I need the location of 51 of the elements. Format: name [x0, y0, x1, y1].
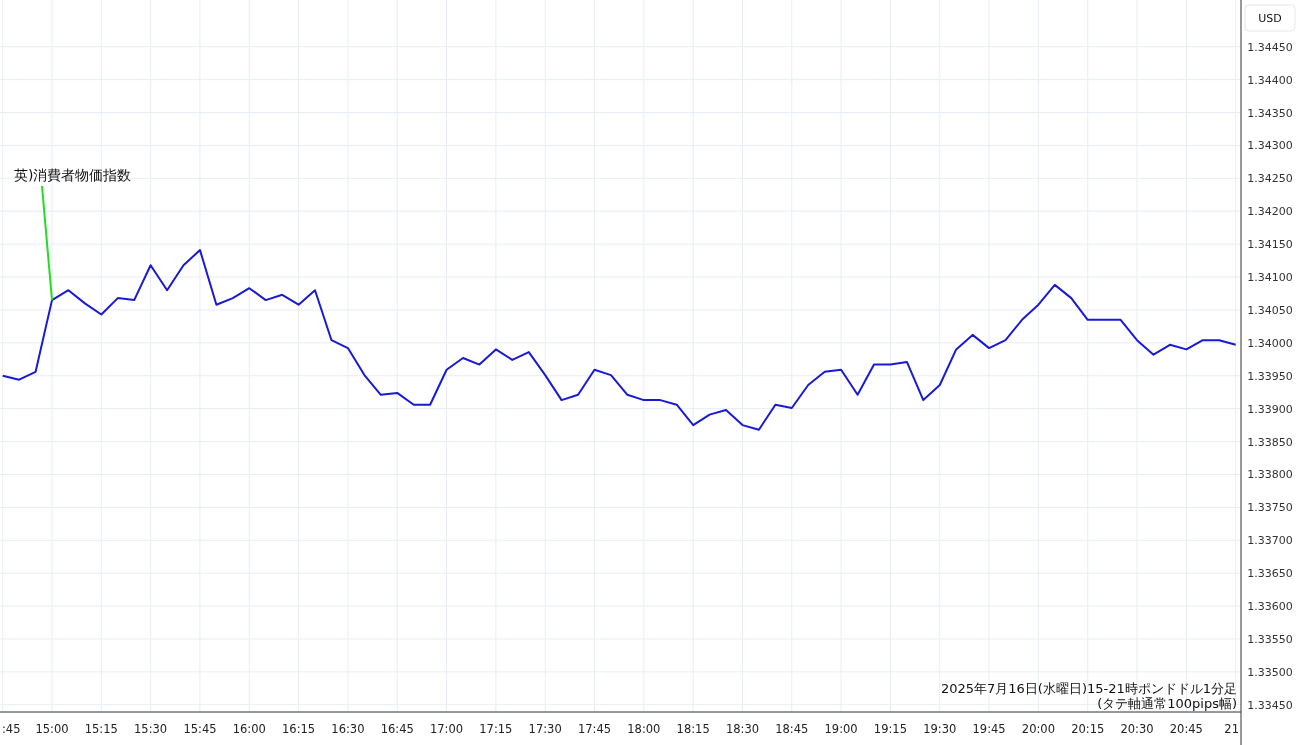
- price-label: 1.34050: [1247, 303, 1293, 317]
- time-label: 19:30: [923, 722, 957, 736]
- time-label: 16:15: [282, 722, 316, 736]
- price-label: 1.33650: [1247, 567, 1293, 581]
- time-label: 19:00: [824, 722, 858, 736]
- price-label: 1.33850: [1247, 435, 1293, 449]
- price-label: 1.33950: [1247, 369, 1293, 383]
- time-label: 15:45: [183, 722, 217, 736]
- time-label: 18:00: [627, 722, 661, 736]
- price-label: 1.34250: [1247, 172, 1293, 186]
- time-label: 16:45: [380, 722, 414, 736]
- price-label: 1.34450: [1247, 40, 1293, 54]
- event-label: 英)消費者物価指数: [14, 167, 132, 183]
- time-label: 20:15: [1071, 722, 1105, 736]
- price-label: 1.34100: [1247, 271, 1293, 285]
- time-label: 19:45: [972, 722, 1006, 736]
- price-label: 1.34200: [1247, 205, 1293, 219]
- price-label: 1.33900: [1247, 402, 1293, 416]
- time-label: 15:30: [134, 722, 168, 736]
- time-label: 18:15: [676, 722, 710, 736]
- price-label: 1.34400: [1247, 73, 1293, 87]
- chart-caption: (タテ軸通常100pips幅): [1097, 696, 1237, 711]
- time-label: 15:15: [84, 722, 118, 736]
- time-label: 17:45: [577, 722, 612, 736]
- price-label: 1.34350: [1247, 106, 1293, 120]
- price-label: 1.33700: [1247, 534, 1293, 548]
- price-label: 1.33800: [1247, 468, 1293, 482]
- price-label: 1.33600: [1247, 600, 1293, 614]
- price-label: 1.34150: [1247, 238, 1293, 252]
- time-label: 19:15: [873, 722, 907, 736]
- price-label: 1.33450: [1247, 698, 1293, 712]
- time-label: 16:00: [232, 722, 266, 736]
- time-label: 18:45: [775, 722, 809, 736]
- price-label: 1.33750: [1247, 501, 1293, 515]
- time-label: 17:00: [430, 722, 464, 736]
- time-label: 16:30: [331, 722, 365, 736]
- time-label: 21: [1224, 722, 1239, 736]
- time-label: 15:00: [35, 722, 69, 736]
- price-label: 1.34300: [1247, 139, 1293, 153]
- chart-caption: 2025年7月16日(水曜日)15-21時ポンドドル1分足: [940, 681, 1237, 696]
- time-label: 17:30: [528, 722, 562, 736]
- time-label: 17:15: [479, 722, 513, 736]
- time-label: 20:00: [1021, 722, 1055, 736]
- time-label: 18:30: [725, 722, 760, 736]
- price-label: 1.33550: [1247, 632, 1293, 646]
- time-label: 20:30: [1120, 722, 1154, 736]
- price-label: 1.33500: [1247, 665, 1293, 679]
- time-label: :45: [2, 722, 21, 736]
- time-label: 20:45: [1169, 722, 1203, 736]
- price-label: 1.34000: [1247, 336, 1293, 350]
- currency-badge[interactable]: USD: [1244, 4, 1296, 32]
